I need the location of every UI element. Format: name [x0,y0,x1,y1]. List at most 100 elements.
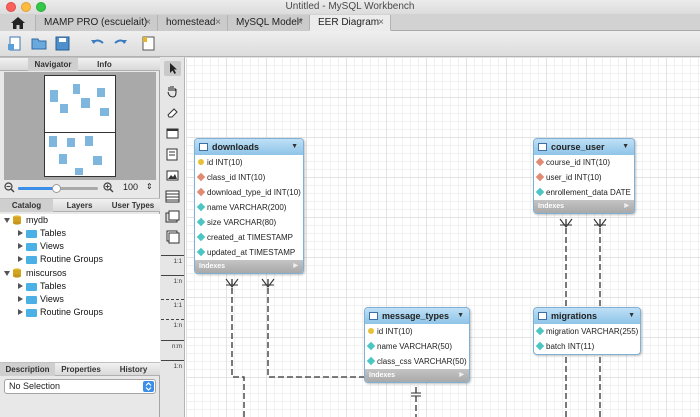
tab-info[interactable]: Info [82,58,127,71]
zoom-in-icon[interactable] [103,182,114,193]
close-window-button[interactable] [6,2,16,12]
tab-mamp-pro[interactable]: MAMP PRO (escuelait) × [35,15,157,31]
tab-close-icon[interactable]: × [145,15,151,30]
relationship-1-1-identifying-tool[interactable]: 1:1 [161,299,184,311]
indexes-section[interactable]: Indexes ▶ [365,369,469,382]
tab-user-types[interactable]: User Types [106,199,160,212]
indexes-section[interactable]: Indexes ▶ [195,260,303,273]
relationship-line[interactable] [231,279,245,417]
column-row[interactable]: name VARCHAR(200) [195,200,303,215]
column-row[interactable]: enrollement_data DATE [534,185,634,200]
layer-icon[interactable] [164,126,181,141]
collapse-triangle-icon[interactable]: ▼ [457,308,464,324]
column-row[interactable]: id INT(10) [365,324,469,339]
home-tab[interactable] [0,15,35,31]
collapse-triangle-icon[interactable]: ▼ [622,139,629,155]
open-folder-icon[interactable] [31,35,48,52]
view-tool-icon[interactable] [164,210,181,225]
tab-history[interactable]: History [107,363,160,376]
column-row[interactable]: created_at TIMESTAMP [195,230,303,245]
table-header[interactable]: migrations ▼ [534,308,640,324]
column-row[interactable]: course_id INT(10) [534,155,634,170]
table-migrations[interactable]: migrations ▼ migration VARCHAR(255) batc… [533,307,641,355]
table-header[interactable]: course_user ▼ [534,139,634,155]
table-downloads[interactable]: downloads ▼ id INT(10) class_id INT(10) … [194,138,304,274]
column-row[interactable]: id INT(10) [195,155,303,170]
table-tool-icon[interactable] [164,189,181,204]
column-row[interactable]: batch INT(11) [534,339,640,354]
zoom-stepper[interactable]: ⇕ [146,182,153,191]
relationship-1-n-tool[interactable]: 1:n [161,275,184,287]
collapsed-chevron-icon[interactable] [18,309,23,315]
tree-item-tables[interactable]: Tables [0,280,160,293]
tree-schema-miscursos[interactable]: miscursos [0,267,160,280]
collapsed-chevron-icon[interactable] [18,243,23,249]
hand-icon[interactable] [164,83,181,98]
column-row[interactable]: name VARCHAR(50) [365,339,469,354]
toggle-sidebar-icon[interactable] [140,35,157,52]
column-row[interactable]: class_css VARCHAR(50) [365,354,469,369]
tab-description[interactable]: Description [0,363,55,376]
routine-group-icon[interactable] [164,229,181,244]
collapsed-chevron-icon[interactable] [18,296,23,302]
tree-schema-mydb[interactable]: mydb [0,214,160,227]
tab-homestead[interactable]: homestead × [157,15,227,31]
tree-item-views[interactable]: Views [0,293,160,306]
expand-triangle-icon[interactable]: ▶ [459,369,464,382]
column-row[interactable]: updated_at TIMESTAMP [195,245,303,260]
relationship-1-1-tool[interactable]: 1:1 [161,255,184,267]
tree-item-tables[interactable]: Tables [0,227,160,240]
tree-item-views[interactable]: Views [0,240,160,253]
tab-navigator[interactable]: Navigator [28,58,78,71]
collapse-triangle-icon[interactable]: ▼ [291,139,298,155]
minimize-window-button[interactable] [21,2,31,12]
tab-eer-diagram[interactable]: EER Diagram × [309,15,391,31]
eraser-icon[interactable] [164,105,181,120]
tab-mysql-model[interactable]: MySQL Model* × [227,15,309,31]
expanded-chevron-icon[interactable] [4,271,10,276]
image-icon[interactable] [164,168,181,183]
tab-catalog[interactable]: Catalog [0,199,53,212]
zoom-slider-thumb[interactable] [52,184,61,193]
indexes-section[interactable]: Indexes ▶ [534,200,634,213]
redo-icon[interactable] [112,35,129,52]
eer-diagram-canvas[interactable]: downloads ▼ id INT(10) class_id INT(10) … [186,57,700,417]
navigator-minimap[interactable] [4,72,156,180]
relationship-n-m-tool[interactable]: n:m [161,340,184,352]
collapsed-chevron-icon[interactable] [18,283,23,289]
tab-close-icon[interactable]: × [297,15,303,30]
tree-item-routine-groups[interactable]: Routine Groups [0,253,160,266]
column-row[interactable]: download_type_id INT(10) [195,185,303,200]
relationship-existing-columns-tool[interactable]: 1:n [161,360,184,372]
new-document-icon[interactable] [7,35,24,52]
tree-item-routine-groups[interactable]: Routine Groups [0,306,160,319]
chevron-updown-icon[interactable] [143,381,154,392]
tab-properties[interactable]: Properties [55,363,107,376]
expanded-chevron-icon[interactable] [4,218,10,223]
table-header[interactable]: message_types ▼ [365,308,469,324]
tab-layers[interactable]: Layers [53,199,106,212]
save-icon[interactable] [54,35,71,52]
column-row[interactable]: size VARCHAR(80) [195,215,303,230]
select-arrow-icon[interactable] [164,61,181,76]
tab-close-icon[interactable]: × [215,15,221,30]
collapsed-chevron-icon[interactable] [18,256,23,262]
collapse-triangle-icon[interactable]: ▼ [628,308,635,324]
tab-close-icon[interactable]: × [378,15,384,30]
note-icon[interactable] [164,147,181,162]
relationship-1-n-identifying-tool[interactable]: 1:n [161,319,184,331]
zoom-window-button[interactable] [36,2,46,12]
undo-icon[interactable] [89,35,106,52]
column-row[interactable]: migration VARCHAR(255) [534,324,640,339]
column-row[interactable]: user_id INT(10) [534,170,634,185]
expand-triangle-icon[interactable]: ▶ [293,260,298,273]
zoom-out-icon[interactable] [4,182,15,193]
relationship-line[interactable] [267,279,364,378]
column-row[interactable]: class_id INT(10) [195,170,303,185]
zoom-value[interactable]: 100 [123,182,138,192]
table-course-user[interactable]: course_user ▼ course_id INT(10) user_id … [533,138,635,214]
expand-triangle-icon[interactable]: ▶ [624,200,629,213]
selection-select[interactable]: No Selection [4,379,156,394]
table-message-types[interactable]: message_types ▼ id INT(10) name VARCHAR(… [364,307,470,383]
zoom-slider-track[interactable] [18,184,98,193]
